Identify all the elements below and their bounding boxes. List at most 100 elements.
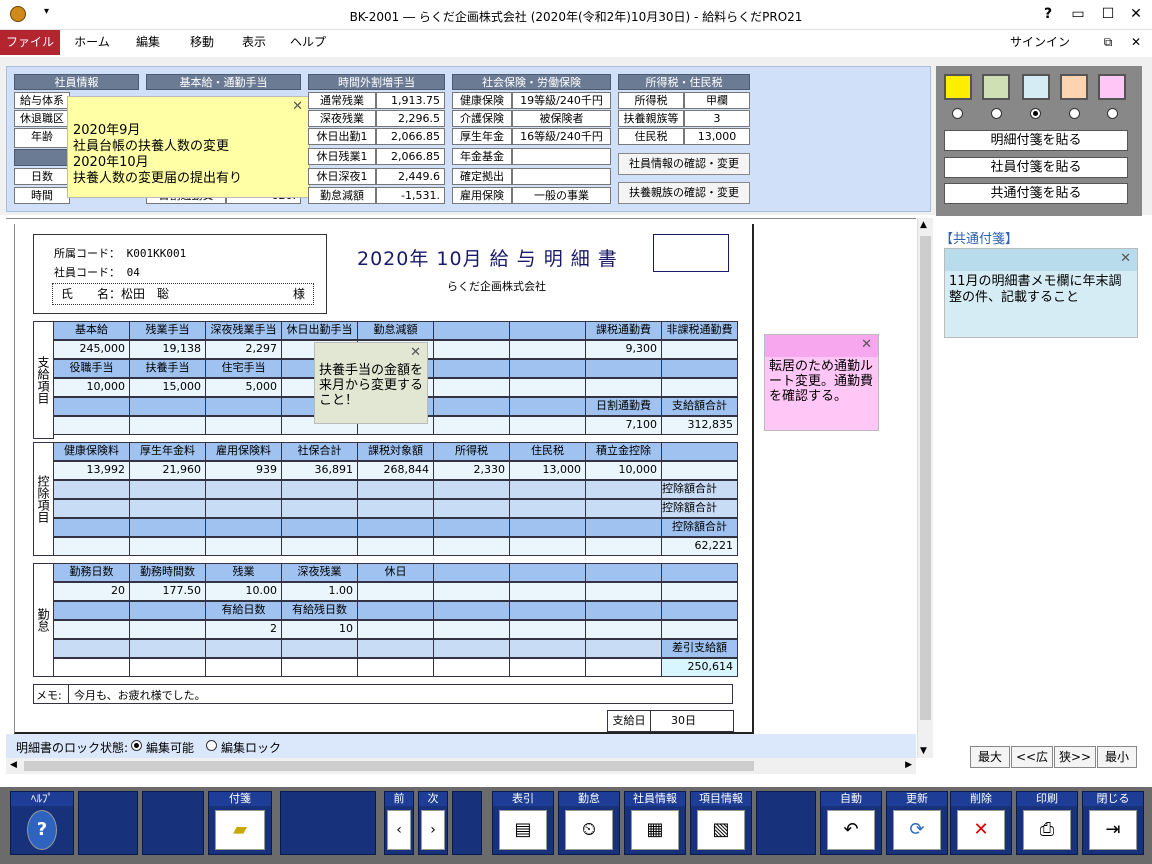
- pay-value-cell[interactable]: 10,000: [53, 378, 130, 397]
- pay-value-cell[interactable]: 5,000: [205, 378, 282, 397]
- help-button[interactable]: ﾍﾙﾌﾟ?: [10, 791, 74, 855]
- vertical-scrollbar[interactable]: ▲ ▼: [917, 218, 933, 758]
- attendance-value-cell[interactable]: [357, 582, 434, 601]
- common-note-button[interactable]: 共通付箋を貼る: [944, 183, 1128, 204]
- pay-value-cell[interactable]: [433, 378, 510, 397]
- lock-radio[interactable]: [206, 740, 217, 751]
- pay-value-cell[interactable]: 312,835: [661, 416, 738, 435]
- pay-value-cell[interactable]: 9,300: [585, 340, 662, 359]
- deduction-value-cell[interactable]: [53, 537, 130, 556]
- pay-value-cell[interactable]: [661, 378, 738, 397]
- next-button[interactable]: 次 ›: [418, 791, 448, 855]
- attendance-value-cell[interactable]: [433, 582, 510, 601]
- pay-value-cell[interactable]: 2,297: [205, 340, 282, 359]
- zoom-max-button[interactable]: 最大: [970, 746, 1010, 768]
- pay-value-cell[interactable]: [433, 340, 510, 359]
- editable-radio[interactable]: [131, 740, 142, 751]
- menu-move[interactable]: 移動: [176, 30, 228, 55]
- deduction-value-cell[interactable]: [661, 461, 738, 480]
- print-button[interactable]: 印刷 ⎙: [1016, 791, 1078, 855]
- sticky-note-yellow[interactable]: ✕ 2020年9月 社員台帳の扶養人数の変更 2020年10月 扶養人数の変更届…: [67, 96, 310, 198]
- slip-note-button[interactable]: 明細付箋を貼る: [944, 130, 1128, 151]
- attendance-button[interactable]: 勤怠 ⏲: [558, 791, 620, 855]
- attendance-value-cell[interactable]: 1.00: [281, 582, 358, 601]
- pay-value-cell[interactable]: [585, 378, 662, 397]
- deduction-value-cell[interactable]: 36,891: [281, 461, 358, 480]
- deduction-value-cell[interactable]: 10,000: [585, 461, 662, 480]
- color-radio[interactable]: [952, 108, 963, 119]
- item-info-button[interactable]: 項目情報 ▧: [690, 791, 752, 855]
- employee-note-button[interactable]: 社員付箋を貼る: [944, 157, 1128, 178]
- help-icon[interactable]: ?: [1036, 4, 1060, 24]
- common-sticky-note[interactable]: ✕ 11月の明細書メモ欄に年末調整の件、記載すること: [944, 248, 1138, 338]
- menu-home[interactable]: ホーム: [66, 30, 118, 55]
- attendance-value-cell[interactable]: [509, 620, 586, 639]
- menu-help[interactable]: ヘルプ: [282, 30, 334, 55]
- attendance-value-cell[interactable]: 2: [205, 620, 282, 639]
- attendance-value-cell[interactable]: [585, 582, 662, 601]
- attendance-value-cell[interactable]: 177.50: [129, 582, 206, 601]
- color-radio-selected[interactable]: [1030, 108, 1041, 119]
- restore-icon[interactable]: ⧉: [1096, 30, 1120, 55]
- close-button[interactable]: 閉じる ⇥: [1082, 791, 1144, 855]
- attendance-value-cell[interactable]: [357, 620, 434, 639]
- index-button[interactable]: 表引 ▤: [492, 791, 554, 855]
- note-close-icon[interactable]: ✕: [292, 99, 303, 114]
- deduction-value-cell[interactable]: [129, 537, 206, 556]
- pay-value-cell[interactable]: 19,138: [129, 340, 206, 359]
- ribbon-toggle-icon[interactable]: ▭: [1066, 4, 1090, 24]
- attendance-value-cell[interactable]: 10: [281, 620, 358, 639]
- note-close-icon[interactable]: ✕: [861, 337, 872, 352]
- attendance-value-cell[interactable]: [585, 620, 662, 639]
- employee-info-change-button[interactable]: 社員情報の確認・変更: [618, 153, 750, 175]
- attendance-value-cell[interactable]: [129, 620, 206, 639]
- memo-text[interactable]: 今月も、お疲れ様でした。: [74, 687, 206, 703]
- pay-value-cell[interactable]: 15,000: [129, 378, 206, 397]
- pay-value-cell[interactable]: [129, 416, 206, 435]
- dependents-change-button[interactable]: 扶養親族の確認・変更: [618, 182, 750, 204]
- color-swatch-yellow[interactable]: [944, 74, 972, 100]
- deduction-value-cell[interactable]: 939: [205, 461, 282, 480]
- note-close-icon[interactable]: ✕: [410, 345, 421, 360]
- deduction-value-cell[interactable]: [509, 537, 586, 556]
- color-swatch-pink[interactable]: [1098, 74, 1126, 100]
- sticky-note-green[interactable]: ✕ 扶養手当の金額を来月から変更すること！: [314, 342, 428, 424]
- deduction-value-cell[interactable]: [433, 537, 510, 556]
- pay-value-cell[interactable]: [509, 416, 586, 435]
- menu-file[interactable]: ファイル: [0, 30, 60, 55]
- deduction-value-cell[interactable]: [357, 537, 434, 556]
- zoom-min-button[interactable]: 最小: [1097, 746, 1137, 768]
- pay-value-cell[interactable]: [509, 378, 586, 397]
- deduction-value-cell[interactable]: 21,960: [129, 461, 206, 480]
- attendance-value-cell[interactable]: 20: [53, 582, 130, 601]
- attendance-value-cell[interactable]: [661, 582, 738, 601]
- attendance-value-cell[interactable]: [433, 620, 510, 639]
- deduction-value-cell[interactable]: 2,330: [433, 461, 510, 480]
- deduction-value-cell[interactable]: 62,221: [661, 537, 738, 556]
- sticky-button[interactable]: 付箋 ▰: [208, 791, 272, 855]
- attendance-value-cell[interactable]: [509, 582, 586, 601]
- color-radio[interactable]: [991, 108, 1002, 119]
- pay-value-cell[interactable]: [661, 340, 738, 359]
- close-icon[interactable]: ✕: [1124, 4, 1148, 24]
- attendance-value-cell[interactable]: [53, 620, 130, 639]
- deduction-value-cell[interactable]: [205, 537, 282, 556]
- editable-label[interactable]: 編集可能: [146, 739, 194, 756]
- deduction-value-cell[interactable]: 268,844: [357, 461, 434, 480]
- pay-value-cell[interactable]: [205, 416, 282, 435]
- sticky-note-pink[interactable]: ✕ 転居のため通勤ルート変更。通勤費を確認する。: [764, 334, 879, 431]
- deduction-value-cell[interactable]: [281, 537, 358, 556]
- attendance-value-cell[interactable]: [661, 620, 738, 639]
- pay-value-cell[interactable]: [433, 416, 510, 435]
- zoom-wide-button[interactable]: <<広: [1011, 746, 1053, 768]
- signin-link[interactable]: サインイン: [1010, 30, 1070, 55]
- color-radio[interactable]: [1069, 108, 1080, 119]
- prev-button[interactable]: 前 ‹: [384, 791, 414, 855]
- deduction-value-cell[interactable]: [585, 537, 662, 556]
- pay-value-cell[interactable]: [509, 340, 586, 359]
- deduction-value-cell[interactable]: 13,992: [53, 461, 130, 480]
- zoom-narrow-button[interactable]: 狭>>: [1054, 746, 1096, 768]
- menu-edit[interactable]: 編集: [122, 30, 174, 55]
- close-doc-icon[interactable]: ✕: [1124, 30, 1148, 55]
- pay-value-cell[interactable]: 245,000: [53, 340, 130, 359]
